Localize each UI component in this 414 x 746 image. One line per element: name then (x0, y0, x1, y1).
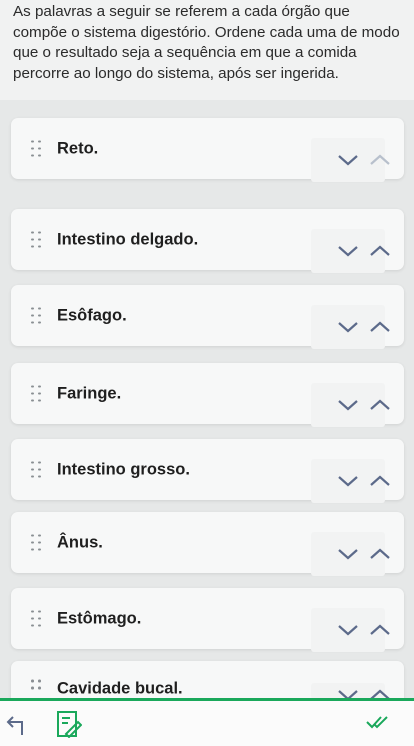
question-panel: As palavras a seguir se referem a cada ó… (0, 0, 414, 100)
edit-icon (57, 711, 83, 739)
move-up-button[interactable] (355, 532, 405, 576)
move-up-button[interactable] (355, 138, 405, 182)
list-item[interactable]: Faringe. (11, 363, 405, 427)
list-item[interactable]: Cavidade bucal. (11, 661, 405, 701)
list-item[interactable]: Reto. (11, 118, 405, 182)
item-label: Esôfago. (57, 306, 127, 324)
move-up-button[interactable] (355, 459, 405, 503)
chevron-up-icon (370, 245, 390, 256)
item-label: Cavidade bucal. (57, 679, 183, 698)
drag-handle-icon[interactable] (31, 679, 42, 697)
drag-handle-icon[interactable] (31, 307, 42, 324)
drag-handle-icon[interactable] (31, 140, 42, 157)
move-up-button[interactable] (355, 683, 405, 700)
drag-handle-icon[interactable] (31, 534, 42, 551)
move-up-button[interactable] (355, 229, 405, 273)
drag-handle-icon[interactable] (31, 610, 42, 627)
drag-handle-icon[interactable] (31, 231, 42, 248)
move-up-button[interactable] (355, 383, 405, 427)
drag-handle-icon[interactable] (31, 385, 42, 402)
question-text: As palavras a seguir se referem a cada ó… (13, 3, 400, 82)
chevron-up-icon (370, 624, 390, 635)
back-button[interactable] (4, 711, 30, 740)
list-item[interactable]: Estômago. (11, 588, 405, 652)
submit-button[interactable] (365, 715, 391, 736)
list-item[interactable]: Intestino delgado. (11, 209, 405, 273)
list-item[interactable]: Ânus. (11, 512, 405, 576)
item-label: Faringe. (57, 384, 122, 402)
move-up-button[interactable] (355, 305, 405, 349)
drag-handle-icon[interactable] (31, 461, 42, 478)
edit-button[interactable] (56, 710, 83, 743)
item-label: Intestino grosso. (57, 460, 190, 478)
bottom-toolbar (0, 701, 414, 746)
chevron-up-icon (370, 475, 390, 486)
chevron-up-icon (370, 321, 390, 332)
item-label: Reto. (57, 139, 99, 157)
list-item[interactable]: Intestino grosso. (11, 439, 405, 503)
chevron-up-icon (370, 548, 390, 559)
double-check-icon (366, 716, 388, 729)
chevron-up-icon (370, 154, 390, 165)
back-arrow-icon (6, 716, 23, 735)
item-label: Ânus. (57, 533, 103, 551)
item-label: Estômago. (57, 609, 142, 627)
move-up-button[interactable] (355, 608, 405, 652)
chevron-up-icon (370, 399, 390, 410)
list-item[interactable]: Esôfago. (11, 285, 405, 349)
item-label: Intestino delgado. (57, 230, 199, 248)
